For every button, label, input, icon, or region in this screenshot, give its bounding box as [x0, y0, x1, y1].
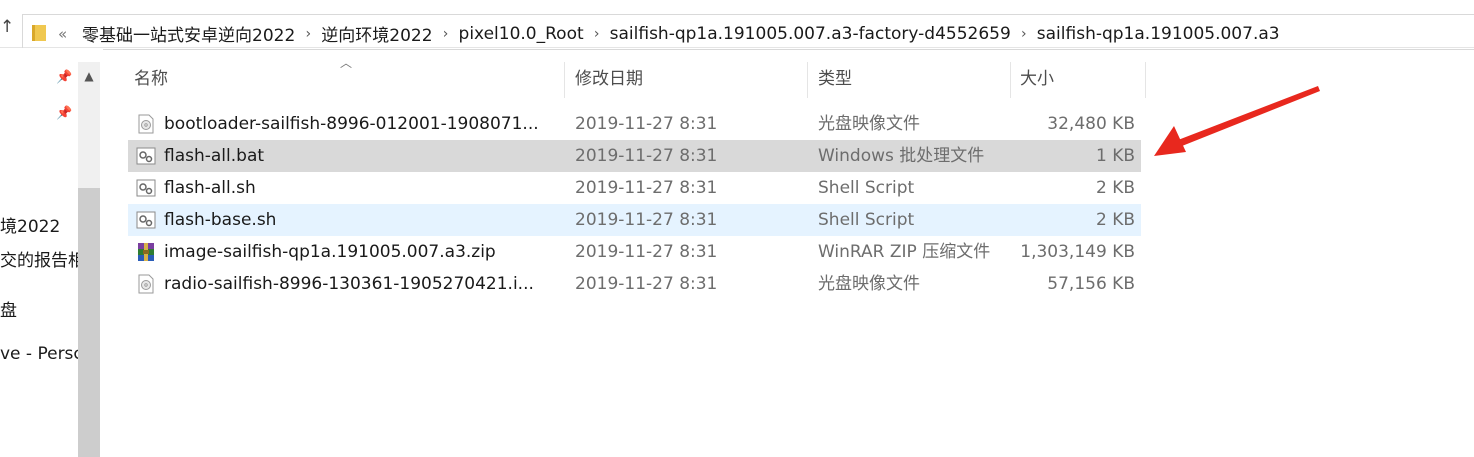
file-name: image-sailfish-qp1a.191005.007.a3.zip — [164, 242, 496, 262]
file-name: bootloader-sailfish-8996-012001-1908071.… — [164, 114, 539, 134]
file-date: 2019-11-27 8:31 — [575, 210, 718, 230]
file-type: Windows 批处理文件 — [818, 146, 985, 166]
file-size: 2 KB — [1095, 210, 1135, 230]
file-row[interactable]: bootloader-sailfish-8996-012001-1908071.… — [128, 108, 1141, 140]
breadcrumb-separator-icon[interactable]: › — [1011, 26, 1037, 42]
breadcrumb: « 零基础一站式安卓逆向2022 › 逆向环境2022 › pixel10.0_… — [58, 21, 1280, 47]
sidebar-item[interactable]: 境2022 — [0, 212, 78, 237]
file-type: Shell Script — [818, 210, 915, 230]
script-file-icon — [136, 179, 156, 197]
breadcrumb-item[interactable]: sailfish-qp1a.191005.007.a3-factory-d455… — [610, 24, 1011, 44]
scrollbar-thumb[interactable] — [78, 188, 100, 457]
file-type: Shell Script — [818, 178, 915, 198]
file-name: radio-sailfish-8996-130361-1905270421.i.… — [164, 274, 534, 294]
file-row[interactable]: image-sailfish-qp1a.191005.007.a3.zip 20… — [128, 236, 1141, 268]
file-row[interactable]: flash-all.sh 2019-11-27 8:31 Shell Scrip… — [128, 172, 1141, 204]
file-size: 2 KB — [1095, 178, 1135, 198]
file-type: WinRAR ZIP 压缩文件 — [818, 242, 991, 262]
column-divider[interactable] — [564, 62, 565, 98]
up-arrow-icon[interactable]: ↑ — [0, 19, 14, 36]
script-file-icon — [136, 211, 156, 229]
file-type: 光盘映像文件 — [818, 114, 920, 134]
winrar-archive-icon — [138, 243, 154, 261]
breadcrumb-item[interactable]: pixel10.0_Root — [459, 24, 584, 44]
file-name: flash-all.sh — [164, 178, 256, 198]
breadcrumb-overflow-icon[interactable]: « — [58, 25, 82, 43]
sidebar-item[interactable]: 交的报告相 — [0, 246, 78, 271]
file-type: 光盘映像文件 — [818, 274, 920, 294]
breadcrumb-separator-icon[interactable]: › — [433, 26, 459, 42]
address-bar: ↑ « 零基础一站式安卓逆向2022 › 逆向环境2022 › pixel10.… — [0, 0, 1474, 50]
file-row[interactable]: radio-sailfish-8996-130361-1905270421.i.… — [128, 268, 1141, 300]
folder-icon — [32, 25, 46, 41]
column-header-type[interactable]: 类型 — [812, 62, 1010, 98]
column-header-size[interactable]: 大小 — [1014, 62, 1144, 98]
pin-icon[interactable]: 📌 — [56, 70, 72, 85]
sidebar-item[interactable]: 盘 — [0, 296, 78, 321]
file-size: 1,303,149 KB — [1020, 242, 1135, 262]
file-name: flash-base.sh — [164, 210, 277, 230]
sidebar-item[interactable]: ve - Persc — [0, 344, 78, 364]
file-size: 1 KB — [1095, 146, 1135, 166]
file-row-selected[interactable]: flash-all.bat 2019-11-27 8:31 Windows 批处… — [128, 140, 1141, 172]
annotation-arrow-icon — [1154, 86, 1320, 156]
column-header-date[interactable]: 修改日期 — [569, 62, 807, 98]
column-header-name[interactable]: 名称 — [128, 62, 564, 98]
breadcrumb-separator-icon[interactable]: › — [584, 26, 610, 42]
pin-icon[interactable]: 📌 — [56, 106, 72, 121]
batch-file-icon — [136, 147, 156, 165]
file-size: 32,480 KB — [1047, 114, 1135, 134]
file-date: 2019-11-27 8:31 — [575, 274, 718, 294]
scroll-up-icon[interactable]: ▲ — [78, 62, 100, 90]
breadcrumb-item[interactable]: 逆向环境2022 — [321, 21, 432, 46]
column-divider[interactable] — [807, 62, 808, 98]
file-date: 2019-11-27 8:31 — [575, 146, 718, 166]
column-divider[interactable] — [1010, 62, 1011, 98]
file-date: 2019-11-27 8:31 — [575, 178, 718, 198]
file-date: 2019-11-27 8:31 — [575, 242, 718, 262]
file-date: 2019-11-27 8:31 — [575, 114, 718, 134]
file-row-hovered[interactable]: flash-base.sh 2019-11-27 8:31 Shell Scri… — [128, 204, 1141, 236]
disc-image-icon — [138, 274, 154, 294]
file-size: 57,156 KB — [1047, 274, 1135, 294]
disc-image-icon — [138, 114, 154, 134]
file-name: flash-all.bat — [164, 146, 265, 166]
breadcrumb-separator-icon[interactable]: › — [295, 26, 321, 42]
breadcrumb-item[interactable]: 零基础一站式安卓逆向2022 — [82, 21, 295, 46]
breadcrumb-item[interactable]: sailfish-qp1a.191005.007.a3 — [1037, 24, 1280, 44]
